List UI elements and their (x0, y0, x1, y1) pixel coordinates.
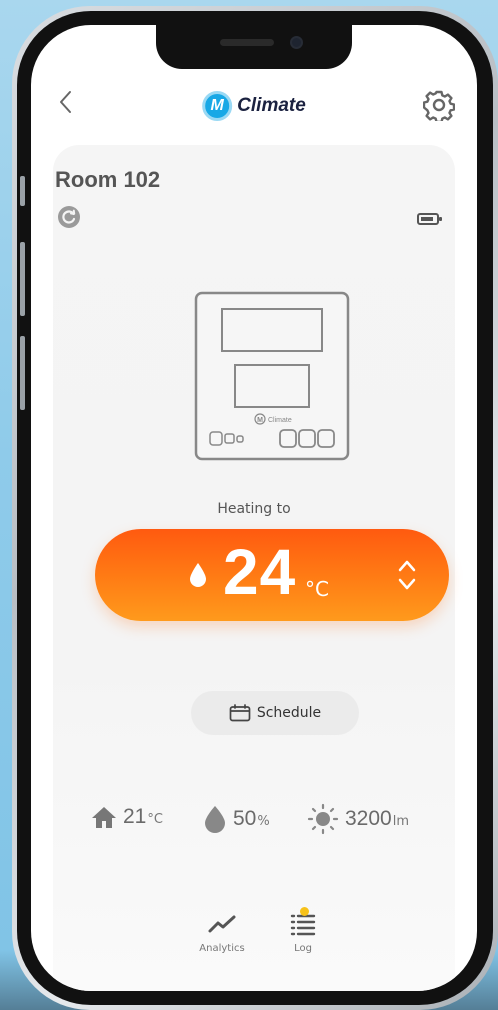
speaker-grille (220, 39, 274, 46)
light-level-stat: 3200 lm (307, 803, 409, 835)
flame-drop-icon (190, 563, 206, 587)
volume-up-button (20, 242, 25, 316)
humidity-stat: 50% (203, 805, 270, 833)
back-button[interactable] (53, 87, 77, 117)
notch (156, 25, 352, 69)
chevron-up-down-icon (398, 560, 416, 590)
adjust-temperature-button[interactable] (395, 557, 419, 593)
temperature-control[interactable]: 24 °C (95, 529, 449, 621)
thermostat-device-image: M Climate (194, 291, 350, 461)
bottom-tab-bar: Analytics Log (53, 907, 455, 971)
humidity-value: 50 (233, 807, 257, 830)
chevron-left-icon (60, 91, 71, 113)
light-level-unit: lm (392, 813, 409, 829)
indoor-temperature-value: 21 (123, 805, 147, 828)
home-icon (92, 807, 116, 828)
sun-icon (307, 803, 339, 835)
tab-analytics[interactable]: Analytics (192, 911, 252, 954)
sensor-stats: 21 °C 50% 3200 lm (53, 803, 455, 839)
room-card: Room 102 M Climate Heating to 24 °C Sche… (53, 145, 455, 991)
analytics-icon (208, 915, 236, 933)
mute-switch (20, 176, 25, 206)
light-level-value: 3200 (345, 807, 392, 830)
app-screen: M Climate Room 102 M Climate Heating to … (31, 25, 477, 991)
schedule-label: Schedule (256, 705, 322, 721)
target-temperature: 24 (223, 536, 297, 608)
battery-icon (417, 211, 443, 225)
heating-status-label: Heating to (217, 501, 291, 517)
phone-frame: M Climate Room 102 M Climate Heating to … (12, 6, 498, 1010)
volume-down-button (20, 336, 25, 410)
tab-analytics-label: Analytics (199, 943, 245, 954)
app-name: Climate (237, 95, 306, 116)
phone-bezel: M Climate Room 102 M Climate Heating to … (17, 11, 493, 1005)
room-title: Room 102 (55, 167, 161, 192)
svg-text:M: M (257, 417, 263, 424)
tab-log[interactable]: Log (273, 907, 333, 954)
schedule-button[interactable]: Schedule (191, 691, 359, 735)
gear-icon (422, 90, 456, 124)
humidity-drop-icon (205, 806, 225, 833)
device-brand-label: Climate (268, 417, 292, 424)
app-logo: M Climate (202, 91, 306, 121)
notification-dot (300, 907, 309, 916)
calendar-icon (229, 704, 251, 722)
logo-mark: M (202, 91, 233, 121)
humidity-unit: % (257, 813, 270, 829)
indoor-temperature-unit: °C (147, 811, 163, 827)
temperature-unit: °C (305, 577, 329, 601)
front-camera (290, 36, 303, 49)
settings-button[interactable] (422, 89, 456, 124)
top-bar: M Climate (31, 83, 477, 133)
indoor-temperature-stat: 21 °C (91, 805, 163, 829)
tab-log-label: Log (294, 943, 312, 954)
sync-icon[interactable] (57, 205, 81, 229)
